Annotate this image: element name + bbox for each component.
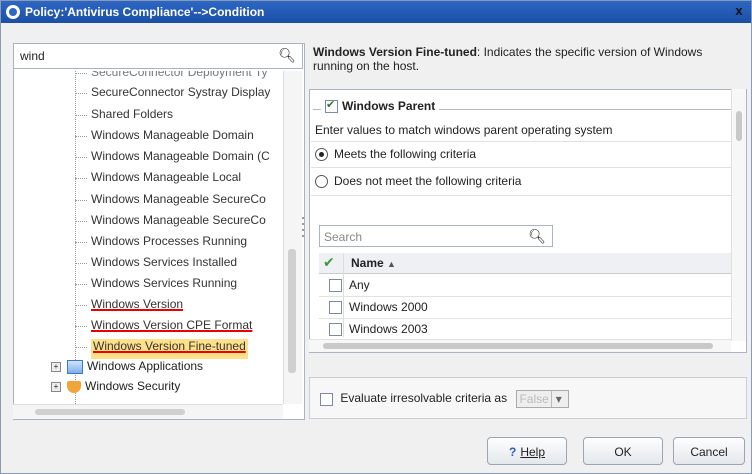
radio-meets-criteria[interactable]: Meets the following criteria <box>315 147 476 165</box>
title-bar[interactable]: Policy:'Antivirus Compliance'-->Conditio… <box>1 1 751 23</box>
expand-icon[interactable]: + <box>51 361 61 372</box>
ok-button[interactable]: OK <box>583 437 663 465</box>
tree-connector <box>75 284 87 285</box>
property-search-value: wind <box>20 49 45 63</box>
tree-item[interactable]: SecureConnector Deployment Ty <box>91 71 268 85</box>
tree-connector <box>75 263 87 264</box>
expand-icon[interactable]: + <box>51 381 61 392</box>
tree-item[interactable]: Windows Processes Running <box>91 234 247 254</box>
tree-connector <box>75 200 87 201</box>
column-header-name[interactable]: Name ▲ <box>351 256 396 270</box>
window-title: Policy:'Antivirus Compliance'-->Conditio… <box>25 5 265 19</box>
tree-horizontal-scrollbar[interactable] <box>13 404 283 419</box>
select-all-check-icon[interactable]: ✔ <box>323 254 335 271</box>
tree-item[interactable]: Windows Services Running <box>91 276 237 296</box>
help-button[interactable]: ? Help <box>487 437 567 465</box>
values-search-input[interactable]: Search 🔍︎ <box>319 225 553 247</box>
tree-item[interactable]: SecureConnector Systray Display <box>91 85 270 105</box>
criteria-horizontal-scrollbar[interactable] <box>309 339 731 352</box>
row-label: Any <box>349 278 370 292</box>
sort-asc-icon: ▲ <box>387 259 396 269</box>
evaluate-value: False <box>519 392 549 406</box>
row-checkbox[interactable] <box>329 301 342 314</box>
search-icon[interactable]: 🔍︎ <box>278 47 296 64</box>
radio-does-not-meet-criteria[interactable]: Does not meet the following criteria <box>315 174 521 192</box>
radio-button[interactable] <box>315 175 328 189</box>
property-tree: SecureConnector Deployment Ty SecureConn… <box>13 71 283 404</box>
tree-connector <box>75 157 87 158</box>
tree-guide-line <box>75 71 76 404</box>
tree-group-windows-security[interactable]: + Windows Security <box>51 379 180 399</box>
radio-label: Does not meet the following criteria <box>334 174 522 188</box>
evaluate-irresolvable-panel: Evaluate irresolvable criteria as False ▾ <box>309 377 747 419</box>
property-search-input[interactable]: wind 🔍︎ <box>13 43 303 69</box>
windows-applications-icon <box>67 359 83 374</box>
scrollbar-thumb[interactable] <box>35 409 185 415</box>
chevron-down-icon[interactable]: ▾ <box>550 391 566 407</box>
help-icon: ? <box>508 445 517 459</box>
tree-connector <box>75 136 87 137</box>
tree-item-windows-version-cpe[interactable]: Windows Version CPE Format <box>91 318 252 338</box>
table-row[interactable]: Any <box>319 274 731 297</box>
tree-item-windows-version-fine-tuned[interactable]: Windows Version Fine-tuned <box>91 339 248 359</box>
tree-item[interactable]: Windows Manageable SecureCo <box>91 192 266 212</box>
radio-label: Meets the following criteria <box>334 147 477 161</box>
evaluate-irresolvable-label: Evaluate irresolvable criteria as <box>340 391 508 406</box>
tree-item[interactable]: Windows Services Installed <box>91 255 237 275</box>
tree-connector <box>75 305 87 306</box>
row-checkbox[interactable] <box>329 279 342 292</box>
row-checkbox[interactable] <box>329 323 342 336</box>
divider <box>311 195 733 196</box>
tree-connector <box>75 178 87 179</box>
scrollbar-thumb[interactable] <box>736 111 742 141</box>
tree-item[interactable]: Shared Folders <box>91 107 173 127</box>
scrollbar-thumb[interactable] <box>323 343 713 349</box>
divider <box>311 141 733 142</box>
dialog-window: Policy:'Antivirus Compliance'-->Conditio… <box>0 0 752 474</box>
app-logo-icon <box>6 5 20 19</box>
tree-group-windows-applications[interactable]: + Windows Applications <box>51 359 203 379</box>
row-label: Windows 2000 <box>349 300 428 314</box>
tree-connector <box>75 347 87 348</box>
tree-vertical-scrollbar[interactable] <box>283 71 302 404</box>
values-search-placeholder: Search <box>324 230 363 244</box>
tree-connector <box>75 221 87 222</box>
tree-connector <box>75 326 87 327</box>
windows-parent-hint: Enter values to match windows parent ope… <box>315 123 613 137</box>
windows-parent-label: Windows Parent <box>342 99 436 113</box>
evaluate-irresolvable-checkbox[interactable] <box>320 392 333 406</box>
divider <box>311 167 733 168</box>
row-label: Windows 2003 <box>349 322 428 336</box>
windows-parent-legend[interactable]: Windows Parent <box>321 98 440 114</box>
tree-connector <box>75 242 87 243</box>
tree-group-label: Windows Applications <box>87 359 204 373</box>
tree-connector <box>75 73 87 74</box>
tree-item[interactable]: Windows Manageable Domain <box>91 128 254 148</box>
tree-item[interactable]: Windows Manageable SecureCo <box>91 213 266 233</box>
splitter-handle[interactable] <box>301 213 305 243</box>
criteria-vertical-scrollbar[interactable] <box>731 89 746 341</box>
table-row[interactable]: Windows 2000 <box>319 296 731 319</box>
tree-connector <box>75 115 87 116</box>
tree-item[interactable]: Windows Manageable Domain (C <box>91 149 270 169</box>
tree-item[interactable]: Windows Manageable Local <box>91 170 241 190</box>
windows-parent-checkbox[interactable] <box>325 98 338 114</box>
shield-icon <box>67 380 81 393</box>
radio-button[interactable] <box>315 148 328 162</box>
scrollbar-thumb[interactable] <box>288 249 296 373</box>
tree-item-windows-version[interactable]: Windows Version <box>91 297 183 317</box>
description-title: Windows Version Fine-tuned <box>313 45 477 59</box>
property-description: Windows Version Fine-tuned: Indicates th… <box>313 45 743 73</box>
evaluate-value-select[interactable]: False ▾ <box>516 390 569 408</box>
table-header: ✔ Name ▲ <box>319 253 731 274</box>
search-icon[interactable]: 🔍︎ <box>528 228 546 245</box>
cancel-button[interactable]: Cancel <box>673 437 745 465</box>
close-button[interactable]: x <box>731 3 747 19</box>
tree-connector <box>75 93 87 94</box>
tree-group-label: Windows Security <box>85 379 181 393</box>
table-row[interactable]: Windows 2003 <box>319 318 731 341</box>
